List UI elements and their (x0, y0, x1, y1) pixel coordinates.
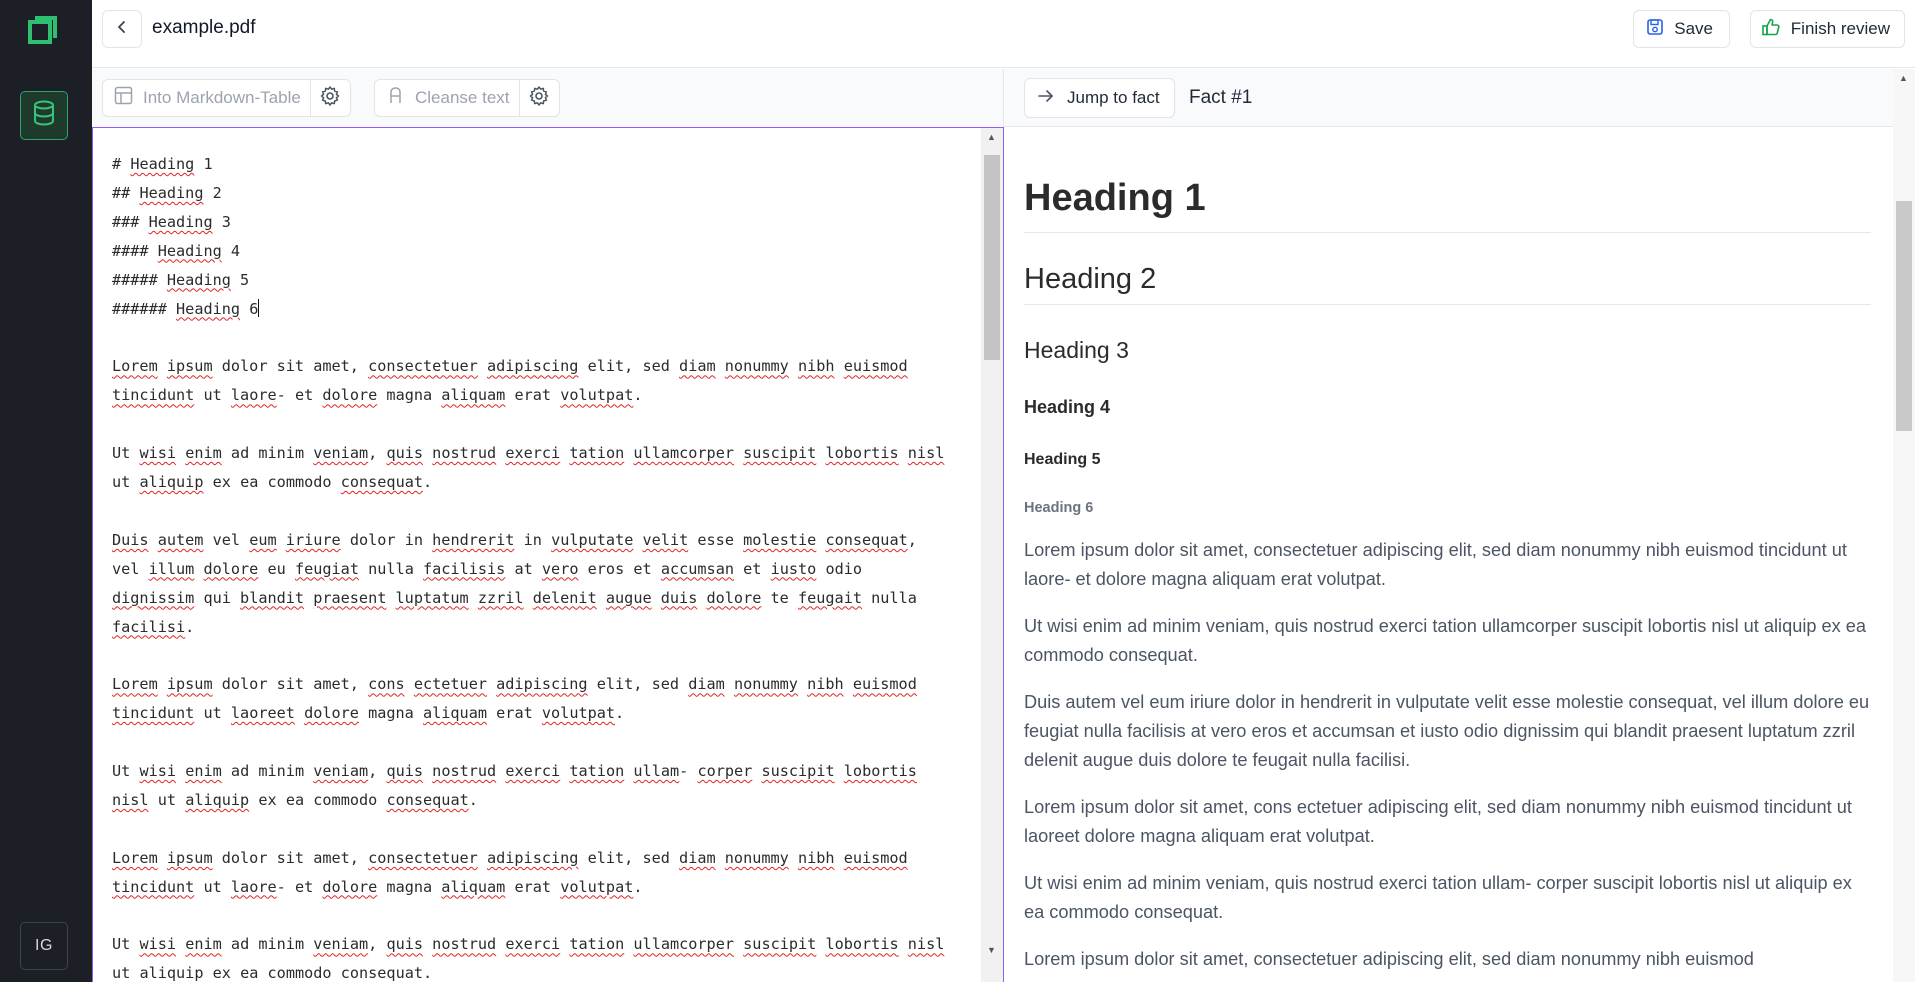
editor-line: ut aliquip ex ea commodo consequat. (112, 472, 433, 491)
cleanse-text-label: Cleanse text (415, 88, 510, 107)
editor-line: Lorem ipsum dolor sit amet, cons ectetue… (112, 675, 917, 694)
cleanse-text-tool: Cleanse text (374, 79, 560, 117)
editor-scrollbar-thumb[interactable] (984, 155, 1000, 360)
editor-line: ###### Heading 6 (112, 298, 260, 318)
jump-to-fact-button[interactable]: Jump to fact (1024, 78, 1175, 118)
scroll-down-icon[interactable]: ▼ (987, 945, 996, 955)
editor-line: #### Heading 4 (112, 241, 241, 260)
editor-line: dignissim qui blandit praesent luptatum … (112, 588, 917, 607)
scroll-up-icon[interactable]: ▲ (1899, 73, 1908, 83)
markdown-preview: Heading 1 Heading 2 Heading 3 Heading 4 … (1004, 127, 1893, 982)
editor-line: facilisi. (112, 617, 195, 636)
editor-line: ##### Heading 5 (112, 270, 250, 289)
arrow-right-icon (1037, 87, 1055, 110)
into-markdown-table-button[interactable]: Into Markdown-Table (103, 80, 310, 116)
fact-label: Fact #1 (1189, 87, 1253, 108)
database-icon (32, 100, 56, 131)
preview-scrollbar-thumb[interactable] (1896, 201, 1912, 431)
preview-paragraph: Ut wisi enim ad minim veniam, quis nostr… (1024, 873, 1852, 922)
scroll-up-icon[interactable]: ▲ (987, 132, 996, 142)
editor-scrollbar[interactable]: ▲ ▼ (981, 128, 1003, 982)
floppy-disk-icon (1646, 18, 1664, 41)
preview-paragraph: Ut wisi enim ad minim veniam, quis nostr… (1024, 616, 1867, 665)
editor-line: tincidunt ut laore- et dolore magna aliq… (112, 386, 643, 405)
finish-review-label: Finish review (1790, 19, 1890, 38)
preview-paragraph: Duis autem vel eum iriure dolor in hendr… (1024, 692, 1870, 770)
preview-heading-2: Heading 2 (1024, 263, 1871, 305)
editor-line: Ut wisi enim ad minim veniam, quis nostr… (112, 935, 945, 954)
editor-text[interactable]: # Heading 1 ## Heading 2 ### Heading 3 ####… (112, 150, 944, 982)
table-icon (114, 86, 133, 110)
preview-heading-1: Heading 1 (1024, 177, 1871, 233)
editor-line: Lorem ipsum dolor sit amet, consectetuer… (112, 357, 908, 376)
chevron-left-icon (115, 20, 129, 39)
cleanse-text-button[interactable]: Cleanse text (375, 80, 519, 116)
preview-paragraph: Lorem ipsum dolor sit amet, cons ectetue… (1024, 797, 1852, 846)
text-format-icon (386, 86, 405, 110)
into-markdown-table-label: Into Markdown-Table (143, 88, 301, 107)
jump-to-fact-label: Jump to fact (1067, 88, 1160, 107)
editor-line: vel illum dolore eu feugiat nulla facili… (112, 559, 863, 578)
editor-line: ### Heading 3 (112, 212, 231, 231)
editor-line: tincidunt ut laore- et dolore magna aliq… (112, 877, 643, 896)
finish-review-button[interactable]: Finish review (1749, 10, 1905, 48)
preview-toolbar: Jump to fact Fact #1 (1004, 69, 1915, 127)
file-title: example.pdf (152, 17, 256, 38)
text-caret (258, 298, 260, 317)
preview-heading-4: Heading 4 (1024, 397, 1111, 417)
gear-icon (528, 85, 550, 112)
markdown-table-tool: Into Markdown-Table (102, 79, 351, 117)
user-avatar[interactable]: IG (20, 922, 68, 970)
editor-line: ## Heading 2 (112, 183, 222, 202)
editor-line: ut aliquip ex ea commodo consequat. (112, 964, 433, 982)
editor-line: Ut wisi enim ad minim veniam, quis nostr… (112, 762, 917, 781)
database-nav-button[interactable] (20, 91, 68, 140)
preview-paragraph: Lorem ipsum dolor sit amet, consectetuer… (1024, 540, 1847, 589)
editor-line: Lorem ipsum dolor sit amet, consectetuer… (112, 848, 908, 867)
preview-paragraph: Lorem ipsum dolor sit amet, consectetuer… (1024, 949, 1754, 969)
thumbs-up-icon (1761, 17, 1781, 42)
preview-heading-6: Heading 6 (1024, 500, 1094, 516)
preview-heading-5: Heading 5 (1024, 451, 1101, 468)
editor-toolbar: Into Markdown-Table Cleanse text (92, 69, 1004, 127)
cleanse-text-settings-button[interactable] (518, 80, 559, 116)
preview-scrollbar[interactable]: ▲ (1893, 69, 1915, 982)
gear-icon (319, 85, 341, 112)
app-logo-icon[interactable] (27, 14, 59, 46)
editor-line: tincidunt ut laoreet dolore magna aliqua… (112, 704, 625, 723)
back-button[interactable] (102, 10, 142, 48)
app-sidebar: IG (0, 0, 92, 982)
markdown-table-settings-button[interactable] (309, 80, 350, 116)
editor-line: Ut wisi enim ad minim veniam, quis nostr… (112, 444, 945, 463)
markdown-editor[interactable]: # Heading 1 ## Heading 2 ### Heading 3 ####… (92, 127, 1004, 982)
editor-line: nisl ut aliquip ex ea commodo consequat. (112, 790, 478, 809)
save-button[interactable]: Save (1633, 10, 1730, 48)
preview-content: Heading 1 Heading 2 Heading 3 Heading 4 … (1024, 177, 1871, 974)
editor-line: # Heading 1 (112, 155, 213, 173)
editor-line: Duis autem vel eum iriure dolor in hendr… (112, 530, 917, 549)
preview-heading-3: Heading 3 (1024, 337, 1129, 363)
top-header: example.pdf Save Finish review (92, 0, 1915, 68)
save-label: Save (1674, 19, 1713, 38)
